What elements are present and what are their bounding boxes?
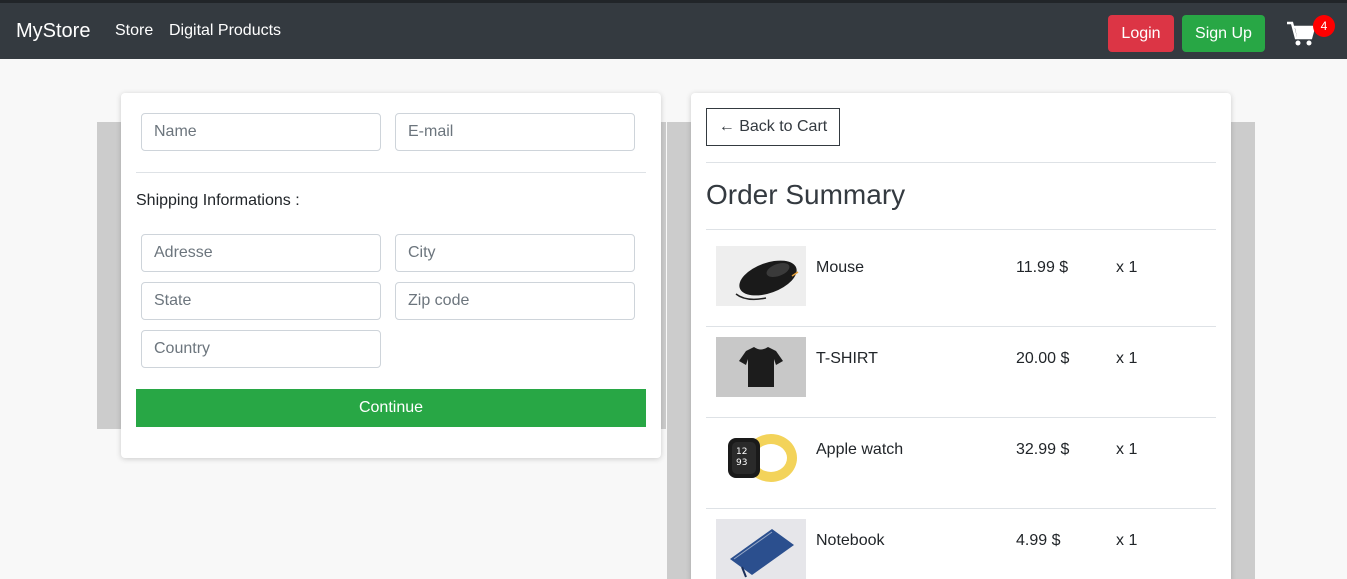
login-button[interactable]: Login bbox=[1108, 15, 1174, 52]
item-quantity: x 1 bbox=[1116, 259, 1138, 276]
form-divider bbox=[136, 172, 646, 173]
item-price: 11.99 $ bbox=[1016, 259, 1069, 276]
order-summary-card: ← Back to Cart Order Summary Mouse 11.99… bbox=[691, 93, 1231, 579]
item-name: Notebook bbox=[816, 532, 885, 549]
nav-link-store[interactable]: Store bbox=[115, 22, 153, 40]
navbar: MyStore Store Digital Products Login Sig… bbox=[0, 0, 1347, 59]
item-name: Mouse bbox=[816, 259, 865, 276]
signup-button[interactable]: Sign Up bbox=[1182, 15, 1265, 52]
city-input[interactable]: City bbox=[395, 234, 635, 272]
item-price: 32.99 $ bbox=[1016, 441, 1070, 458]
address-input[interactable]: Adresse bbox=[141, 234, 381, 272]
item-quantity: x 1 bbox=[1116, 350, 1138, 367]
item-quantity: x 1 bbox=[1116, 441, 1138, 458]
state-input[interactable]: State bbox=[141, 282, 381, 320]
order-item-row: Notebook 4.99 $ x 1 bbox=[706, 503, 1216, 579]
country-input[interactable]: Country bbox=[141, 330, 381, 368]
cart-count-badge: 4 bbox=[1313, 15, 1335, 37]
mouse-image bbox=[716, 246, 806, 306]
svg-text:12: 12 bbox=[736, 447, 747, 457]
item-name: Apple watch bbox=[816, 441, 904, 458]
item-quantity: x 1 bbox=[1116, 532, 1138, 549]
email-input[interactable]: E-mail bbox=[395, 113, 635, 151]
zip-code-input[interactable]: Zip code bbox=[395, 282, 635, 320]
brand-logo[interactable]: MyStore bbox=[16, 20, 90, 43]
tshirt-image bbox=[716, 337, 806, 397]
order-item-row: Mouse 11.99 $ x 1 bbox=[706, 230, 1216, 321]
order-summary-title: Order Summary bbox=[706, 179, 906, 210]
back-to-cart-button[interactable]: ← Back to Cart bbox=[706, 108, 840, 146]
item-name: T-SHIRT bbox=[816, 350, 878, 367]
item-price: 20.00 $ bbox=[1016, 350, 1070, 367]
summary-divider-top bbox=[706, 162, 1216, 163]
order-item-row: 12 93 Apple watch 32.99 $ x 1 bbox=[706, 412, 1216, 503]
nav-link-digital-products[interactable]: Digital Products bbox=[169, 22, 281, 40]
continue-button[interactable]: Continue bbox=[136, 389, 646, 427]
order-item-row: T-SHIRT 20.00 $ x 1 bbox=[706, 321, 1216, 412]
notebook-image bbox=[716, 519, 806, 579]
checkout-form-card: Name E-mail Shipping Informations : Adre… bbox=[121, 93, 661, 458]
svg-text:93: 93 bbox=[736, 458, 747, 468]
name-input[interactable]: Name bbox=[141, 113, 381, 151]
cart-icon[interactable] bbox=[1287, 21, 1315, 47]
watch-image: 12 93 bbox=[716, 428, 806, 488]
item-price: 4.99 $ bbox=[1016, 532, 1061, 549]
shipping-info-label: Shipping Informations : bbox=[136, 192, 300, 209]
